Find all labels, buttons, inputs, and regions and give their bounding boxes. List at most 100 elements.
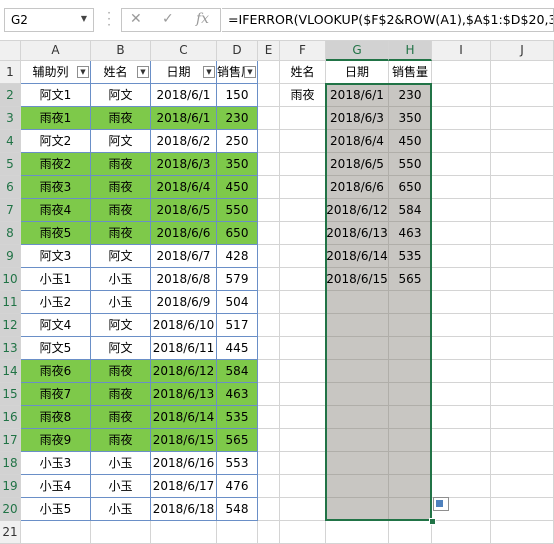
cell-d3[interactable]: 230 bbox=[217, 107, 258, 130]
cell-f20[interactable] bbox=[280, 498, 326, 521]
cell-e12[interactable] bbox=[258, 314, 280, 337]
cell-c9[interactable]: 2018/6/7 bbox=[151, 245, 217, 268]
cell-c16[interactable]: 2018/6/14 bbox=[151, 406, 217, 429]
cell-e13[interactable] bbox=[258, 337, 280, 360]
cell-g11[interactable] bbox=[326, 291, 389, 314]
row-header-9[interactable]: 9 bbox=[0, 245, 21, 268]
cell-b20[interactable]: 小玉 bbox=[91, 498, 151, 521]
paste-options-icon[interactable] bbox=[433, 497, 449, 511]
cell-e2[interactable] bbox=[258, 84, 280, 107]
cell-h18[interactable] bbox=[389, 452, 432, 475]
column-header-e[interactable]: E bbox=[258, 41, 280, 61]
row-header-5[interactable]: 5 bbox=[0, 153, 21, 176]
cell-a4[interactable]: 阿文2 bbox=[21, 130, 91, 153]
row-header-7[interactable]: 7 bbox=[0, 199, 21, 222]
cell-i14[interactable] bbox=[432, 360, 491, 383]
cell-e4[interactable] bbox=[258, 130, 280, 153]
row-header-4[interactable]: 4 bbox=[0, 130, 21, 153]
cell-j5[interactable] bbox=[491, 153, 554, 176]
cell-e14[interactable] bbox=[258, 360, 280, 383]
cell-j7[interactable] bbox=[491, 199, 554, 222]
cell-c19[interactable]: 2018/6/17 bbox=[151, 475, 217, 498]
cell-d8[interactable]: 650 bbox=[217, 222, 258, 245]
cell-g15[interactable] bbox=[326, 383, 389, 406]
cell-d9[interactable]: 428 bbox=[217, 245, 258, 268]
cell-e3[interactable] bbox=[258, 107, 280, 130]
cell-j17[interactable] bbox=[491, 429, 554, 452]
row-header-15[interactable]: 15 bbox=[0, 383, 21, 406]
cell-f21[interactable] bbox=[280, 521, 326, 544]
cell-d16[interactable]: 535 bbox=[217, 406, 258, 429]
cell-b10[interactable]: 小玉 bbox=[91, 268, 151, 291]
cell-a12[interactable]: 阿文4 bbox=[21, 314, 91, 337]
cell-e1[interactable] bbox=[258, 61, 280, 84]
filter-dropdown-icon[interactable]: ▼ bbox=[137, 66, 149, 78]
cell-b6[interactable]: 雨夜 bbox=[91, 176, 151, 199]
cell-g1[interactable]: 日期 bbox=[326, 61, 389, 84]
column-header-d[interactable]: D bbox=[217, 41, 258, 61]
table-header-b[interactable]: 姓名 ▼ bbox=[91, 61, 151, 84]
cell-b18[interactable]: 小玉 bbox=[91, 452, 151, 475]
cell-e20[interactable] bbox=[258, 498, 280, 521]
cell-i5[interactable] bbox=[432, 153, 491, 176]
cell-f7[interactable] bbox=[280, 199, 326, 222]
cell-c12[interactable]: 2018/6/10 bbox=[151, 314, 217, 337]
cell-b15[interactable]: 雨夜 bbox=[91, 383, 151, 406]
name-box[interactable]: G2 ▼ bbox=[4, 8, 94, 32]
cell-f9[interactable] bbox=[280, 245, 326, 268]
cell-h9[interactable]: 535 bbox=[389, 245, 432, 268]
cell-j18[interactable] bbox=[491, 452, 554, 475]
cell-d4[interactable]: 250 bbox=[217, 130, 258, 153]
cell-i10[interactable] bbox=[432, 268, 491, 291]
cell-a6[interactable]: 雨夜3 bbox=[21, 176, 91, 199]
cell-h3[interactable]: 350 bbox=[389, 107, 432, 130]
drag-handle-icon[interactable]: · · · bbox=[104, 7, 114, 31]
cell-d2[interactable]: 150 bbox=[217, 84, 258, 107]
filter-dropdown-icon[interactable]: ▼ bbox=[244, 66, 256, 78]
column-header-i[interactable]: I bbox=[432, 41, 491, 61]
cell-g20[interactable] bbox=[326, 498, 389, 521]
fill-handle[interactable] bbox=[429, 518, 436, 525]
cell-f1[interactable]: 姓名 bbox=[280, 61, 326, 84]
column-header-f[interactable]: F bbox=[280, 41, 326, 61]
cell-g18[interactable] bbox=[326, 452, 389, 475]
row-header-11[interactable]: 11 bbox=[0, 291, 21, 314]
cell-i4[interactable] bbox=[432, 130, 491, 153]
cell-g5[interactable]: 2018/6/5 bbox=[326, 153, 389, 176]
cell-j8[interactable] bbox=[491, 222, 554, 245]
table-header-c[interactable]: 日期 ▼ bbox=[151, 61, 217, 84]
cell-d20[interactable]: 548 bbox=[217, 498, 258, 521]
row-header-8[interactable]: 8 bbox=[0, 222, 21, 245]
cell-g6[interactable]: 2018/6/6 bbox=[326, 176, 389, 199]
cell-f14[interactable] bbox=[280, 360, 326, 383]
cell-a13[interactable]: 阿文5 bbox=[21, 337, 91, 360]
cell-h17[interactable] bbox=[389, 429, 432, 452]
cell-h11[interactable] bbox=[389, 291, 432, 314]
column-header-a[interactable]: A bbox=[21, 41, 91, 61]
cell-d7[interactable]: 550 bbox=[217, 199, 258, 222]
cell-e10[interactable] bbox=[258, 268, 280, 291]
cell-f18[interactable] bbox=[280, 452, 326, 475]
cell-a9[interactable]: 阿文3 bbox=[21, 245, 91, 268]
cell-e16[interactable] bbox=[258, 406, 280, 429]
row-header-1[interactable]: 1 bbox=[0, 61, 21, 84]
cell-g19[interactable] bbox=[326, 475, 389, 498]
cell-f3[interactable] bbox=[280, 107, 326, 130]
row-header-19[interactable]: 19 bbox=[0, 475, 21, 498]
cell-d19[interactable]: 476 bbox=[217, 475, 258, 498]
cell-h2[interactable]: 230 bbox=[389, 84, 432, 107]
row-header-17[interactable]: 17 bbox=[0, 429, 21, 452]
cell-f4[interactable] bbox=[280, 130, 326, 153]
cell-g16[interactable] bbox=[326, 406, 389, 429]
row-header-6[interactable]: 6 bbox=[0, 176, 21, 199]
cell-c3[interactable]: 2018/6/1 bbox=[151, 107, 217, 130]
cell-e7[interactable] bbox=[258, 199, 280, 222]
row-header-16[interactable]: 16 bbox=[0, 406, 21, 429]
cell-d17[interactable]: 565 bbox=[217, 429, 258, 452]
cell-g9[interactable]: 2018/6/14 bbox=[326, 245, 389, 268]
cell-i21[interactable] bbox=[432, 521, 491, 544]
cell-h13[interactable] bbox=[389, 337, 432, 360]
cell-g8[interactable]: 2018/6/13 bbox=[326, 222, 389, 245]
select-all-corner[interactable] bbox=[0, 41, 21, 61]
cell-j19[interactable] bbox=[491, 475, 554, 498]
